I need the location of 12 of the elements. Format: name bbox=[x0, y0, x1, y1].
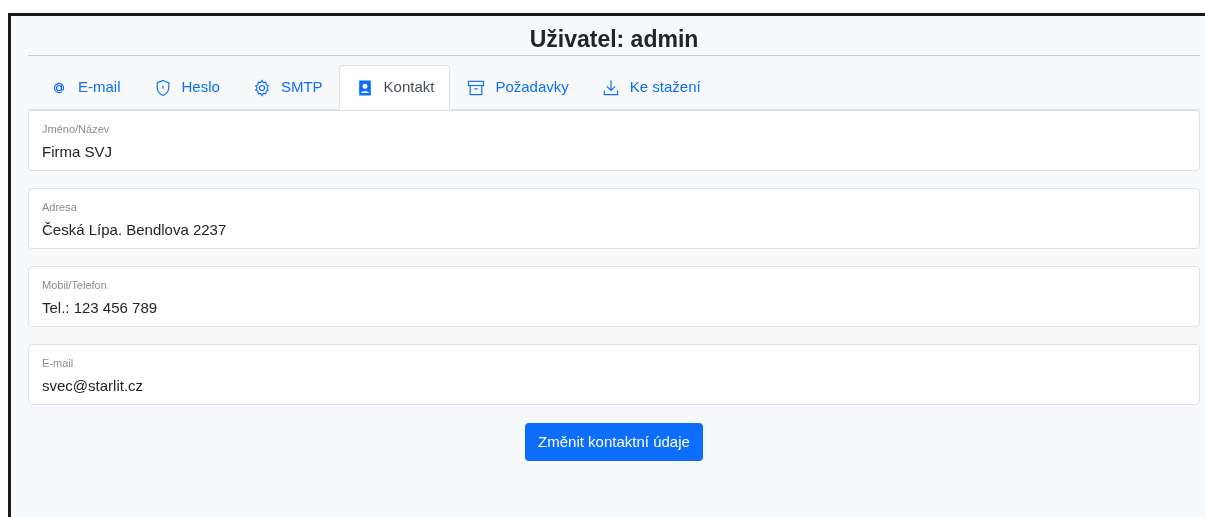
tab[interactable]: E-mail bbox=[33, 65, 137, 110]
tab[interactable]: SMTP bbox=[235, 65, 339, 110]
tab[interactable]: Heslo bbox=[136, 65, 236, 110]
input-field[interactable]: Jméno/Název Firma SVJ bbox=[28, 110, 1200, 171]
input-field[interactable]: Adresa Česká Lípa. Bendlova 2237 bbox=[28, 188, 1200, 249]
change-contact-button[interactable]: Změnit kontaktní údaje bbox=[525, 423, 703, 461]
input-field[interactable]: Mobil/Telefon Tel.: 123 456 789 bbox=[28, 266, 1200, 327]
page-title: Uživatel: admin bbox=[28, 16, 1200, 56]
input-field[interactable]: E-mail svec@starlit.cz bbox=[28, 344, 1200, 405]
tab[interactable]: Kontakt bbox=[338, 65, 451, 110]
tab[interactable]: Ke stažení bbox=[584, 65, 717, 110]
tab[interactable]: Požadavky bbox=[450, 65, 585, 110]
